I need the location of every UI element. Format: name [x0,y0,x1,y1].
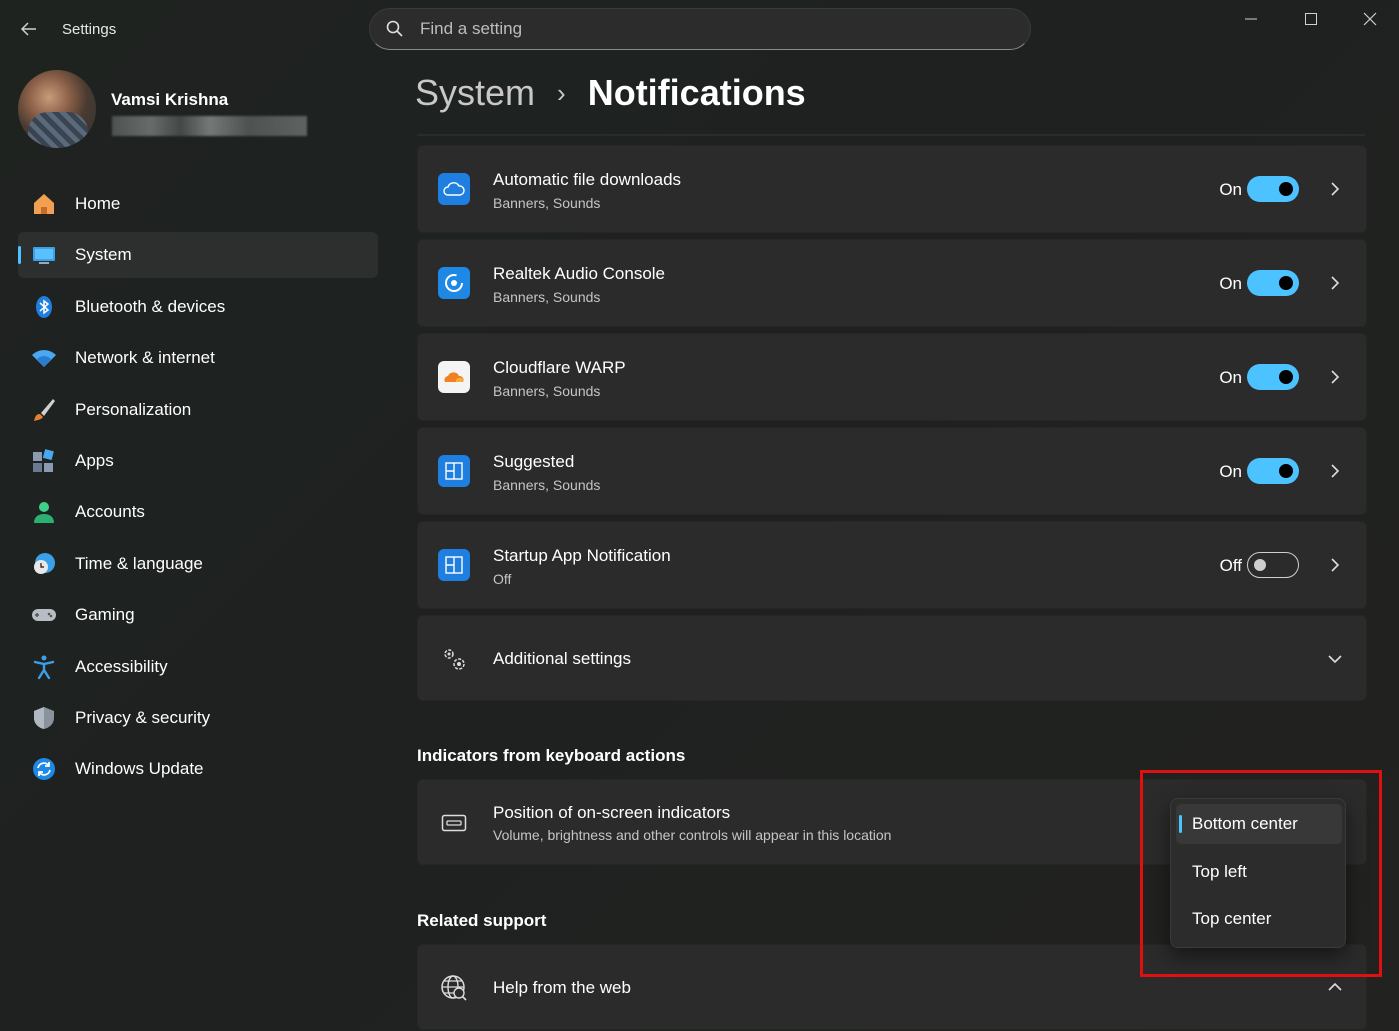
sidebar-item-system[interactable]: System [18,232,378,279]
app-subtitle: Banners, Sounds [493,383,601,399]
section-heading-indicators: Indicators from keyboard actions [417,746,686,765]
app-title: Cloudflare WARP [493,358,626,377]
chevron-right-icon[interactable] [1326,274,1344,292]
app-title: Startup App Notification [493,546,671,565]
close-icon [1363,12,1377,26]
app-subtitle: Banners, Sounds [493,289,601,305]
close-button[interactable] [1341,4,1399,34]
app-title: Automatic file downloads [493,170,682,189]
shield-icon [31,705,57,731]
search-input[interactable]: Find a setting [420,19,522,39]
toggle-state-label: On [1219,180,1242,199]
app-subtitle: Off [493,571,512,587]
toggle-state-label: On [1219,368,1242,387]
additional-settings-label: Additional settings [493,649,631,668]
app-row-suggested[interactable]: Suggested Banners, Sounds On [417,427,1367,515]
globe-help-icon [438,972,470,1004]
app-row-cloudflare-warp[interactable]: Cloudflare WARP Banners, Sounds On [417,333,1367,421]
app-subtitle: Banners, Sounds [493,195,601,211]
sidebar-item-gaming[interactable]: Gaming [18,592,378,638]
notification-toggle[interactable] [1247,176,1299,202]
osd-position-subtitle: Volume, brightness and other controls wi… [493,827,892,843]
clock-globe-icon [31,551,57,577]
page-title: Notifications [587,72,806,113]
additional-settings-row[interactable]: Additional settings [417,615,1367,701]
maximize-button[interactable] [1282,4,1340,34]
avatar[interactable] [18,70,96,148]
accessibility-icon [31,654,57,680]
sidebar-item-privacy[interactable]: Privacy & security [18,695,378,741]
minimize-button[interactable] [1222,4,1280,34]
chevron-up-icon[interactable] [1326,978,1344,996]
brush-icon [31,397,57,423]
help-from-web-label: Help from the web [493,978,631,997]
maximize-icon [1305,13,1317,25]
cloud-icon [438,173,470,205]
sidebar-item-accounts[interactable]: Accounts [18,489,378,535]
notification-toggle[interactable] [1247,364,1299,390]
network-icon [31,345,57,371]
sidebar-item-windows-update[interactable]: Windows Update [18,746,378,792]
home-icon [31,191,57,217]
annotation-highlight-box [1140,770,1382,977]
app-title: Realtek Audio Console [493,264,666,283]
app-row-realtek-audio-console[interactable]: Realtek Audio Console Banners, Sounds On [417,239,1367,327]
divider [417,134,1365,136]
breadcrumb-parent[interactable]: System [415,72,535,114]
back-arrow-icon [20,22,36,36]
sidebar-nav: Home System Bluetooth & devices Network … [18,181,378,798]
chevron-down-icon[interactable] [1326,650,1344,668]
notification-toggle[interactable] [1247,552,1299,578]
system-icon [31,242,57,268]
notification-toggle[interactable] [1247,458,1299,484]
realtek-icon [438,267,470,299]
cloudflare-icon [438,361,470,393]
sidebar-item-personalization[interactable]: Personalization [18,387,378,433]
toggle-state-label: On [1219,462,1242,481]
osd-position-title: Position of on-screen indicators [493,803,731,822]
search-box[interactable]: Find a setting [369,8,1031,50]
app-title: Settings [62,21,117,38]
sidebar-item-apps[interactable]: Apps [18,438,378,484]
keyboard-indicator-icon [438,807,470,839]
chevron-right-icon[interactable] [1326,462,1344,480]
app-title: Suggested [493,452,575,471]
app-subtitle: Banners, Sounds [493,477,601,493]
minimize-icon [1245,18,1257,20]
chevron-right-icon[interactable] [1326,556,1344,574]
startup-icon [438,549,470,581]
breadcrumb-separator: › [557,77,566,108]
active-indicator [18,246,21,265]
bluetooth-icon [31,294,57,320]
gamepad-icon [31,602,57,628]
gears-icon [438,643,470,675]
suggested-icon [438,455,470,487]
breadcrumb: System › Notifications [415,72,806,114]
sidebar-item-network[interactable]: Network & internet [18,335,378,381]
sidebar-item-bluetooth[interactable]: Bluetooth & devices [18,284,378,330]
chevron-right-icon[interactable] [1326,368,1344,386]
section-heading-related-support: Related support [417,911,547,930]
user-name: Vamsi Krishna [111,90,229,109]
sidebar-item-time-language[interactable]: Time & language [18,541,378,587]
toggle-state-label: On [1219,274,1242,293]
toggle-state-label: Off [1219,556,1242,575]
sidebar-item-home[interactable]: Home [18,181,378,227]
update-icon [31,756,57,782]
search-icon [386,20,403,37]
accounts-icon [31,499,57,525]
settings-window: Settings Find a setting Vamsi Krishna Ho… [0,0,1399,1031]
app-row-startup-app-notification[interactable]: Startup App Notification Off Off [417,521,1367,609]
back-button[interactable] [14,14,44,44]
notification-toggle[interactable] [1247,270,1299,296]
user-email-redacted [112,116,307,136]
chevron-right-icon[interactable] [1326,180,1344,198]
app-row-automatic-file-downloads[interactable]: Automatic file downloads Banners, Sounds… [417,145,1367,233]
sidebar-item-accessibility[interactable]: Accessibility [18,644,378,690]
apps-icon [31,448,57,474]
title-bar: Settings Find a setting [0,0,1399,60]
